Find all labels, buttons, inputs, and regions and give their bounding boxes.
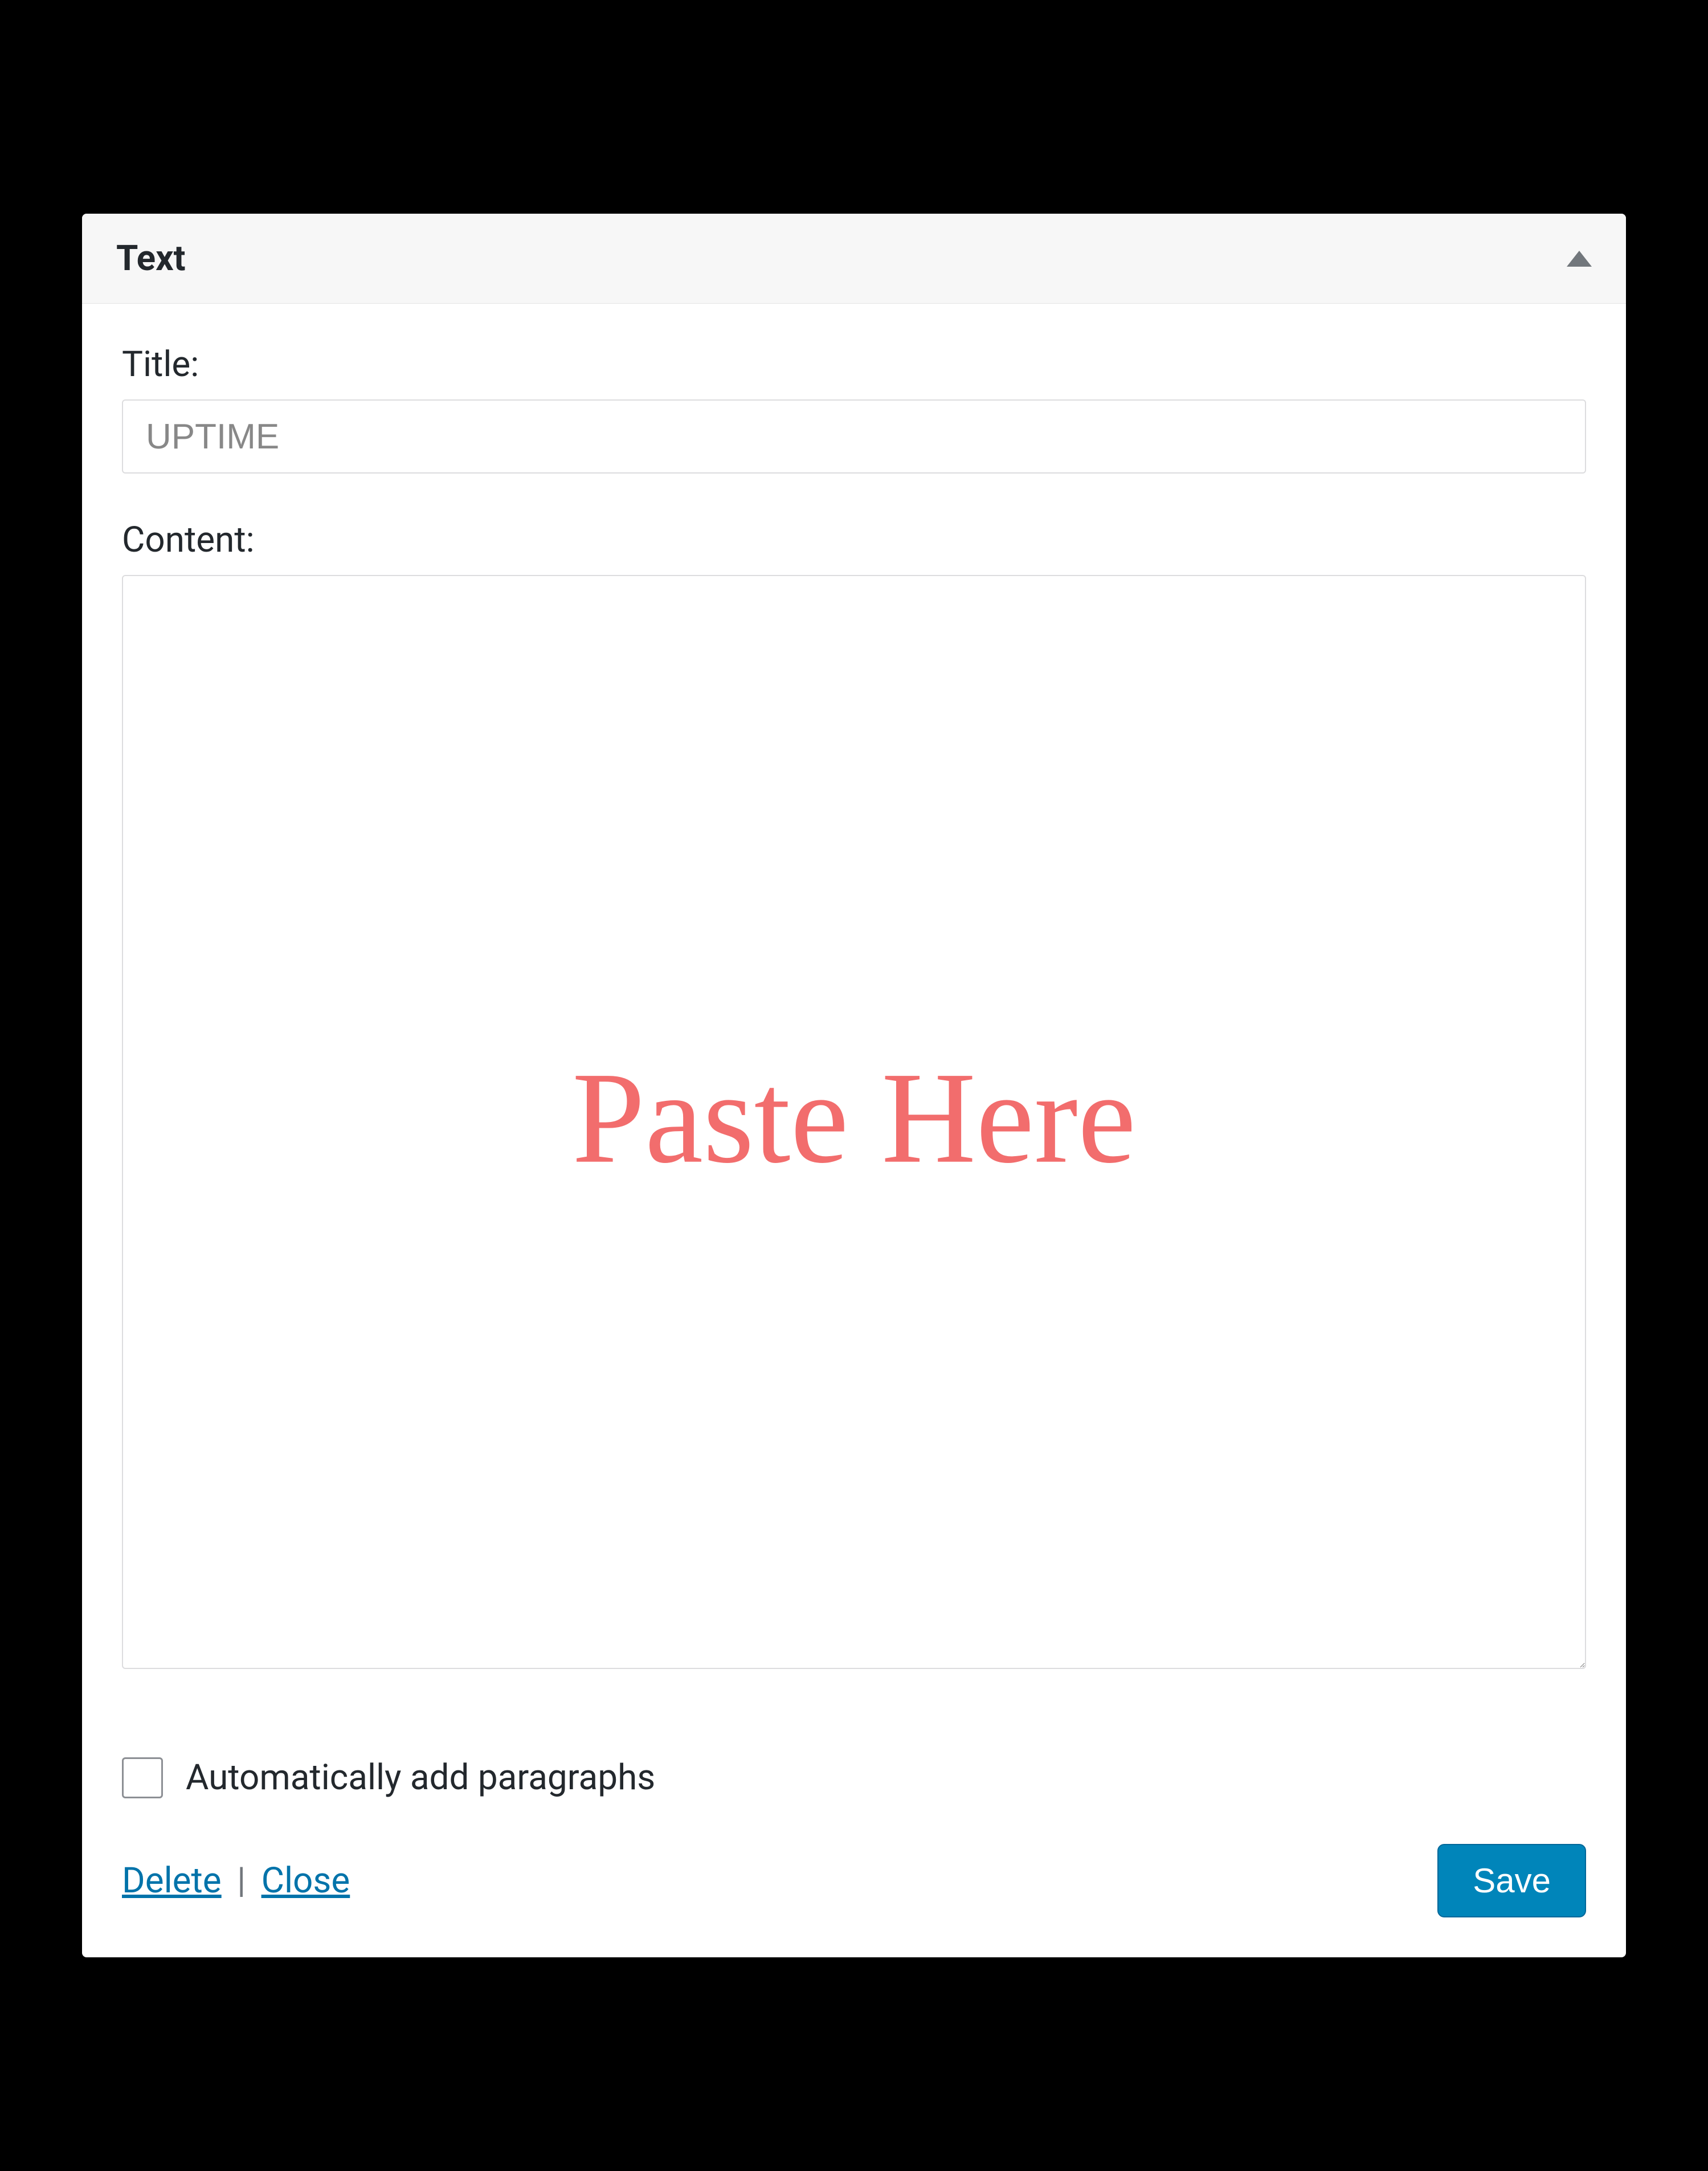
widget-panel: Text Title: Content: Paste Here Automati… bbox=[82, 214, 1626, 1957]
auto-paragraph-label[interactable]: Automatically add paragraphs bbox=[186, 1757, 655, 1798]
chevron-up-icon bbox=[1567, 251, 1592, 267]
title-input[interactable] bbox=[122, 399, 1586, 474]
content-wrapper: Paste Here bbox=[122, 575, 1586, 1705]
save-button[interactable]: Save bbox=[1437, 1844, 1586, 1917]
footer-links: Delete | Close bbox=[122, 1860, 350, 1901]
content-textarea[interactable] bbox=[122, 575, 1586, 1669]
widget-header[interactable]: Text bbox=[82, 214, 1626, 304]
content-label: Content: bbox=[122, 519, 1586, 561]
title-label: Title: bbox=[122, 344, 1586, 385]
delete-link[interactable]: Delete bbox=[122, 1860, 222, 1901]
close-link[interactable]: Close bbox=[261, 1860, 350, 1901]
widget-header-title: Text bbox=[116, 238, 186, 279]
auto-paragraph-checkbox[interactable] bbox=[122, 1757, 163, 1798]
widget-body: Title: Content: Paste Here Automatically… bbox=[82, 304, 1626, 1957]
link-separator: | bbox=[228, 1860, 255, 1901]
widget-footer: Delete | Close Save bbox=[122, 1844, 1586, 1917]
auto-paragraph-row: Automatically add paragraphs bbox=[122, 1757, 1586, 1798]
